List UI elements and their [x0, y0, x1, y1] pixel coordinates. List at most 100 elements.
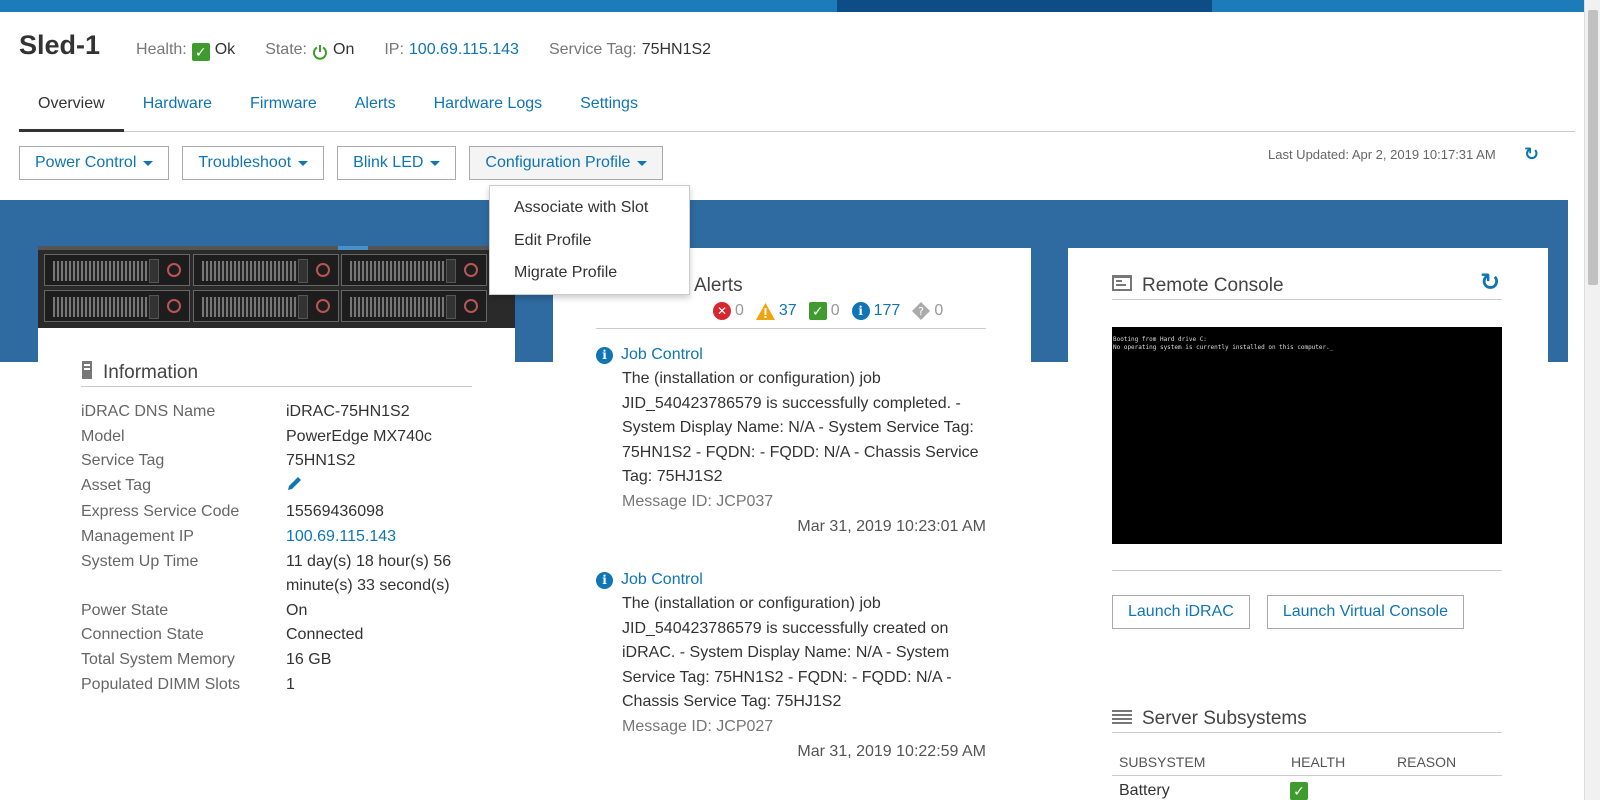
- power-control-button[interactable]: Power Control: [19, 146, 170, 180]
- tab-settings[interactable]: Settings: [561, 90, 657, 132]
- drive-bay: [193, 290, 339, 322]
- menu-item-associate-with-slot[interactable]: Associate with Slot: [490, 192, 689, 225]
- tab-hardware-logs[interactable]: Hardware Logs: [415, 90, 562, 132]
- info-row: Express Service Code 15569436098: [81, 500, 481, 525]
- action-toolbar: Power Control Troubleshoot Blink LED Con…: [19, 146, 664, 180]
- drive-bay: [341, 290, 487, 322]
- info-icon: i: [596, 346, 613, 364]
- info-key: Asset Tag: [81, 476, 151, 494]
- warning-count-value: 37: [778, 302, 797, 319]
- tab-overview[interactable]: Overview: [19, 90, 124, 132]
- health-value: Ok: [214, 41, 236, 58]
- service-tag-value: 75HN1S2: [641, 41, 712, 58]
- console-divider: [1112, 570, 1502, 571]
- service-tag-label: Service Tag:: [548, 41, 637, 58]
- table-row: Battery ✓: [1112, 776, 1502, 800]
- information-list: iDRAC DNS Name iDRAC-75HN1S2 Model PowerEd…: [81, 400, 481, 697]
- info-value: On: [286, 601, 308, 619]
- scrollbar-thumb[interactable]: [1588, 10, 1598, 285]
- column-header[interactable]: SUBSYSTEM: [1112, 754, 1284, 770]
- column-header[interactable]: REASON: [1390, 754, 1490, 770]
- ok-check-icon: ✓: [1290, 781, 1308, 800]
- info-row: Connection State Connected: [81, 623, 481, 648]
- info-row: Populated DIMM Slots 1: [81, 673, 481, 698]
- ok-count[interactable]: ✓ 0: [808, 302, 840, 320]
- management-ip-link[interactable]: 100.69.115.143: [286, 525, 466, 550]
- alert-message: The (installation or configuration) job …: [622, 370, 979, 486]
- top-brand-strip-dark: [837, 0, 1212, 12]
- launch-idrac-button[interactable]: Launch iDRAC: [1112, 595, 1250, 629]
- ip-address: IP: 100.69.115.143: [384, 41, 519, 59]
- console-refresh-icon[interactable]: ↻: [1480, 268, 1500, 297]
- warning-icon: [755, 302, 775, 320]
- troubleshoot-button[interactable]: Troubleshoot: [182, 146, 325, 180]
- health-status: Health: ✓ Ok: [136, 41, 236, 61]
- table-header-row: SUBSYSTEM HEALTH REASON: [1112, 748, 1502, 776]
- blink-led-button[interactable]: Blink LED: [337, 146, 457, 180]
- critical-count[interactable]: ✕ 0: [713, 302, 744, 320]
- alert-item: i Job Control The (installation or config…: [596, 568, 996, 764]
- warning-count[interactable]: 37: [755, 302, 797, 320]
- info-count-value: 177: [873, 302, 901, 319]
- information-title: Information: [103, 361, 199, 383]
- console-preview[interactable]: Booting from Hard drive C: No operating …: [1112, 327, 1502, 544]
- info-key: Service Tag: [81, 452, 165, 470]
- page-header: Sled-1 Health: ✓ Ok State: On IP: 100.69…: [19, 30, 741, 64]
- launch-virtual-console-button[interactable]: Launch Virtual Console: [1266, 595, 1464, 629]
- ok-check-icon: ✓: [191, 43, 210, 61]
- pencil-icon[interactable]: [286, 474, 304, 492]
- asset-tag-edit[interactable]: [286, 474, 466, 501]
- console-line: No operating system is currently install…: [1113, 344, 1334, 351]
- ok-check-icon: ✓: [808, 302, 827, 320]
- info-key: System Up Time: [81, 552, 199, 570]
- refresh-icon[interactable]: ↻: [1524, 144, 1539, 165]
- info-value: 15569436098: [286, 503, 384, 521]
- ip-link[interactable]: 100.69.115.143: [409, 41, 519, 59]
- column-header[interactable]: HEALTH: [1284, 754, 1390, 770]
- info-icon: i: [851, 302, 870, 320]
- console-icon: [1112, 274, 1132, 297]
- info-row: iDRAC DNS Name iDRAC-75HN1S2: [81, 400, 481, 425]
- alert-timestamp: Mar 31, 2019 10:23:01 AM: [797, 517, 986, 535]
- unknown-count[interactable]: ? 0: [912, 302, 943, 320]
- alert-message: The (installation or configuration) job …: [622, 595, 952, 711]
- svg-text:?: ?: [918, 305, 924, 318]
- alert-item: i Job Control The (installation or config…: [596, 343, 996, 539]
- console-buttons: Launch iDRAC Launch Virtual Console: [1112, 595, 1464, 629]
- info-key: iDRAC DNS Name: [81, 403, 216, 420]
- info-row: Power State On: [81, 599, 481, 624]
- info-row: Asset Tag: [81, 474, 481, 501]
- server-subsystems-heading: Server Subsystems: [1112, 705, 1502, 733]
- drive-bay: [193, 254, 339, 286]
- info-key: Express Service Code: [81, 503, 240, 521]
- info-key: Management IP: [81, 527, 194, 545]
- unknown-icon: ?: [912, 302, 931, 320]
- tab-bar: Overview Hardware Firmware Alerts Hardwa…: [19, 90, 1575, 132]
- power-state: State: On: [265, 41, 354, 60]
- state-label: State:: [265, 41, 307, 58]
- info-value: 75HN1S2: [286, 452, 356, 470]
- info-key: Power State: [81, 601, 169, 619]
- ok-count-value: 0: [830, 302, 840, 319]
- tab-firmware[interactable]: Firmware: [231, 90, 336, 132]
- caret-down-icon: [298, 160, 309, 166]
- info-value: PowerEdge MX740c: [286, 427, 432, 445]
- alert-title-link[interactable]: Job Control: [621, 568, 703, 592]
- remote-console-title: Remote Console: [1142, 274, 1284, 296]
- configuration-profile-button[interactable]: Configuration Profile: [469, 146, 664, 180]
- tab-alerts[interactable]: Alerts: [336, 90, 415, 132]
- menu-item-edit-profile[interactable]: Edit Profile: [490, 225, 689, 258]
- tab-hardware[interactable]: Hardware: [124, 90, 231, 132]
- configuration-profile-menu: Associate with Slot Edit Profile Migrate…: [489, 185, 690, 295]
- last-updated-text: Last Updated: Apr 2, 2019 10:17:31 AM: [1268, 147, 1496, 162]
- info-value: iDRAC-75HN1S2: [286, 403, 410, 420]
- info-row: Service Tag 75HN1S2: [81, 449, 481, 474]
- info-count[interactable]: i 177: [851, 302, 901, 320]
- menu-item-migrate-profile[interactable]: Migrate Profile: [490, 257, 689, 290]
- alerts-divider: [596, 328, 986, 329]
- drive-bay: [341, 254, 487, 286]
- health-label: Health:: [136, 41, 187, 58]
- info-key: Connection State: [81, 626, 204, 644]
- alert-title-link[interactable]: Job Control: [621, 343, 703, 367]
- page-scrollbar[interactable]: [1584, 0, 1600, 800]
